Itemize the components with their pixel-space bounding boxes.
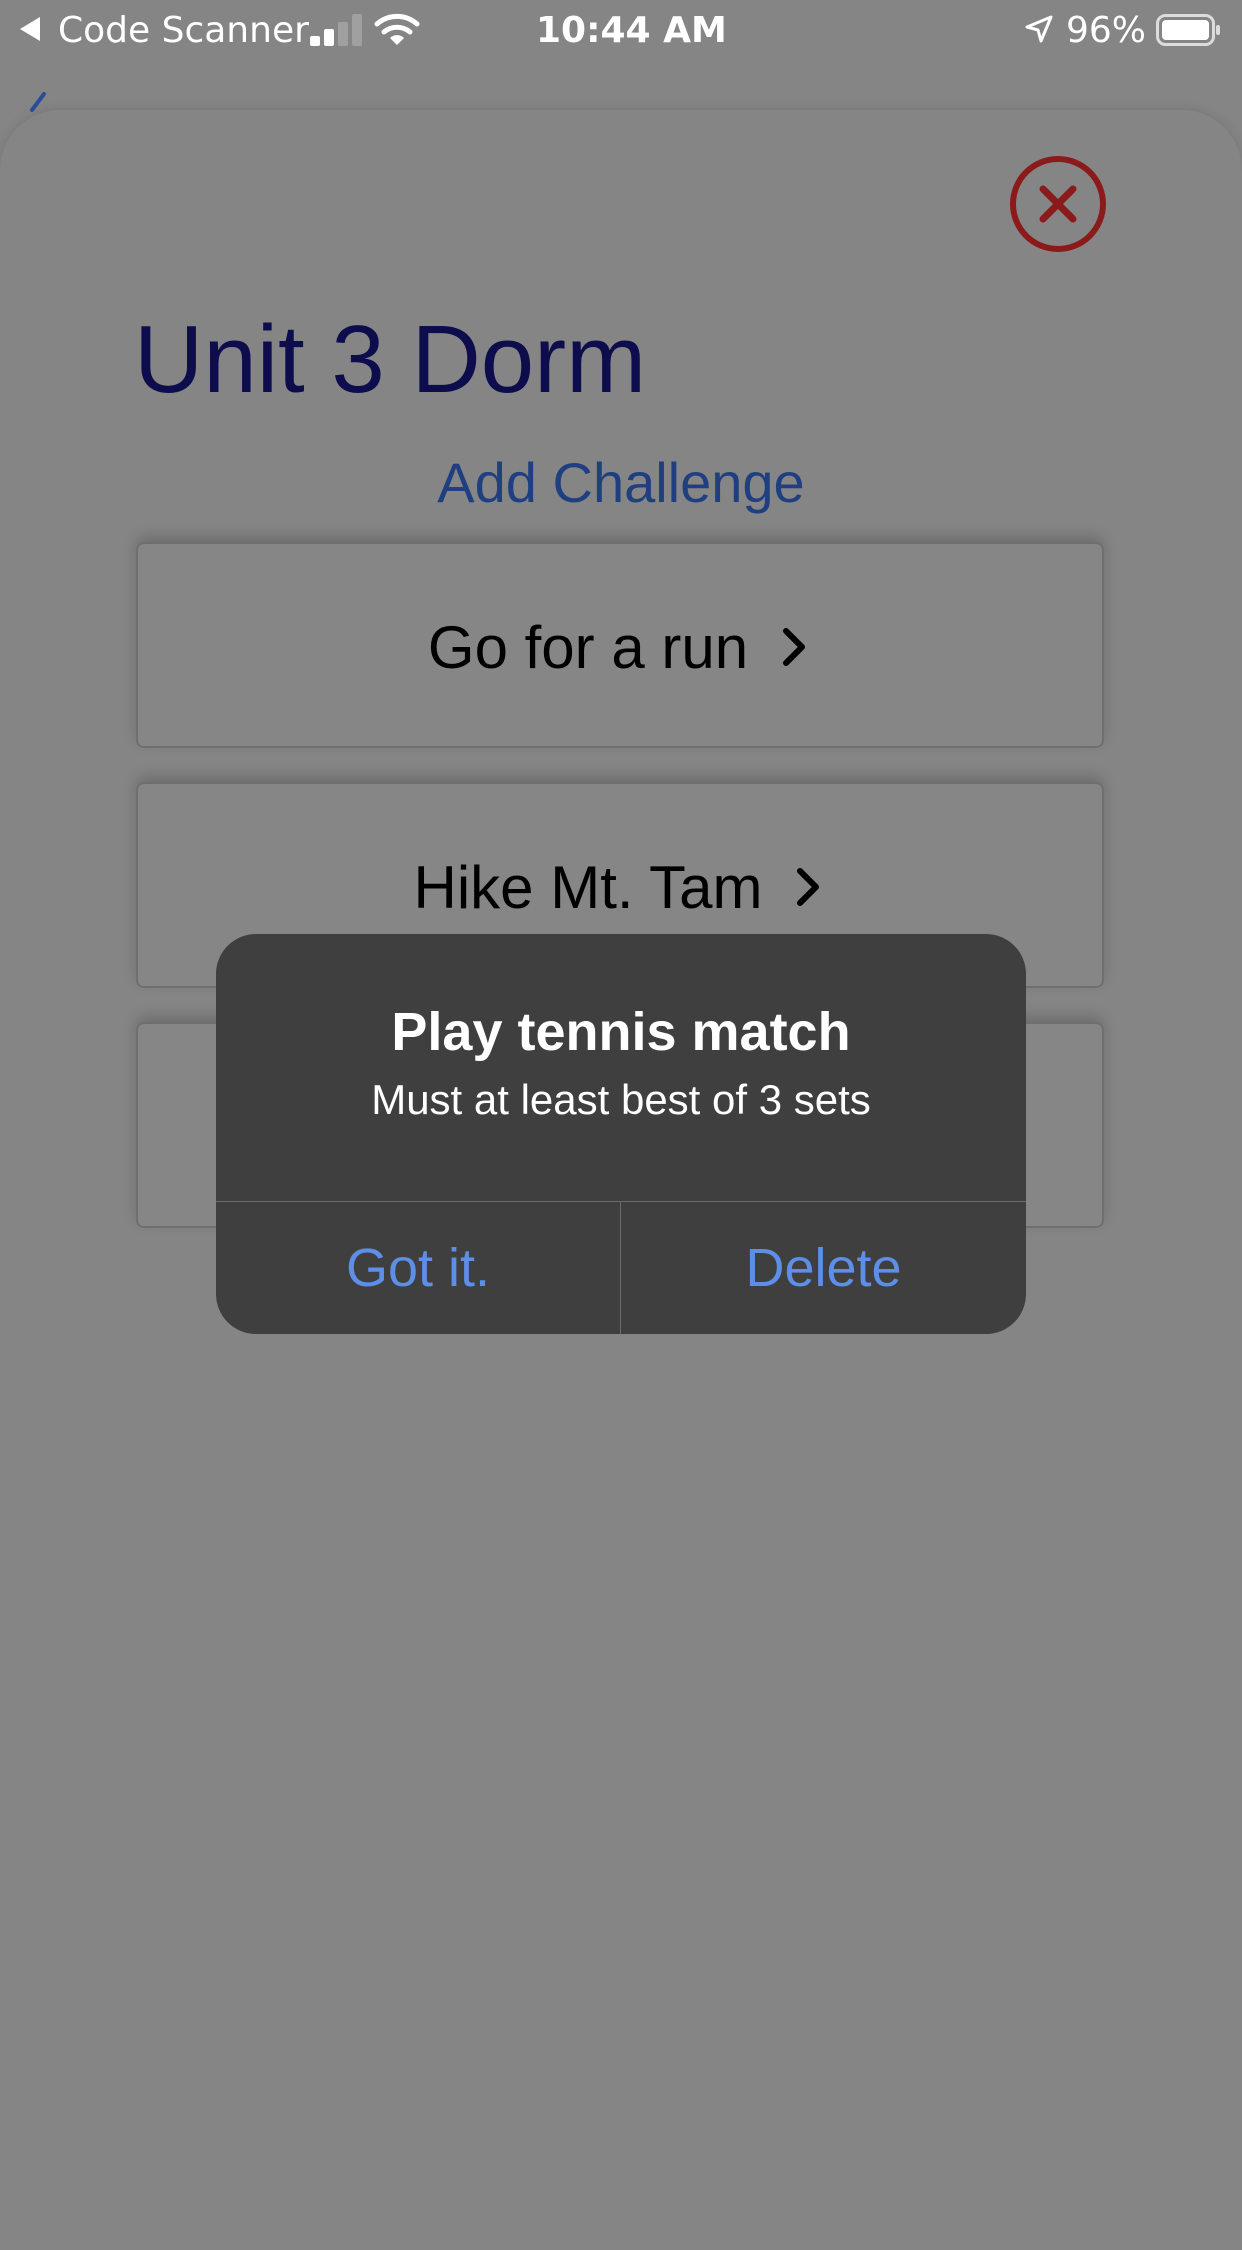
status-bar: Code Scanner 10:44 AM 96%	[0, 0, 1242, 62]
close-circle-icon[interactable]	[1008, 154, 1108, 254]
location-arrow-icon	[1025, 15, 1053, 43]
challenge-label: Hike Mt. Tam	[413, 853, 763, 921]
chevron-right-icon	[783, 628, 806, 666]
wifi-icon	[374, 13, 420, 45]
back-arrow-icon[interactable]	[20, 17, 40, 41]
challenge-card-go-for-a-run[interactable]: Go for a run	[136, 542, 1104, 748]
battery-percent: 96%	[1066, 10, 1147, 51]
add-challenge-button[interactable]: Add Challenge	[0, 448, 1242, 518]
challenge-label: Go for a run	[427, 613, 749, 681]
alert-message: Must at least best of 3 sets	[371, 1076, 871, 1123]
clock: 10:44 AM	[536, 10, 727, 51]
challenge-alert: Play tennis match Must at least best of …	[216, 934, 1026, 1334]
got-it-button[interactable]: Got it.	[216, 1202, 620, 1334]
delete-button[interactable]: Delete	[621, 1202, 1026, 1334]
back-to-app-label[interactable]: Code Scanner	[58, 8, 309, 54]
nav-back-chevron-icon	[30, 92, 46, 112]
chevron-right-icon	[797, 868, 820, 906]
page-title: Unit 3 Dorm	[134, 306, 647, 413]
alert-title: Play tennis match	[391, 1002, 851, 1062]
cellular-signal-icon	[310, 14, 364, 46]
battery-icon	[1156, 14, 1220, 46]
